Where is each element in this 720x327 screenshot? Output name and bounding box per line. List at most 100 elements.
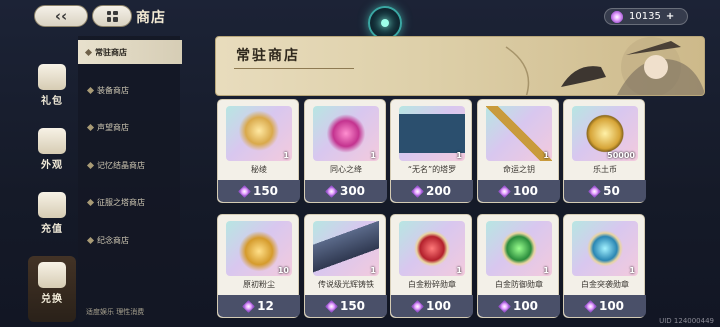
- item-image: 1: [226, 106, 292, 161]
- shop-sub-nav: 常驻商店 装备商店 声望商店 记忆结晶商店 征服之塔商店 纪念商店: [78, 36, 182, 327]
- item-price: 50: [603, 184, 620, 198]
- item-card[interactable]: 1 “无名”的塔罗 200: [390, 99, 473, 203]
- compass-orb-icon[interactable]: [368, 6, 402, 40]
- play-moderately-notice: 适度娱乐 理性消费: [86, 308, 145, 316]
- back-button[interactable]: ‹‹: [34, 5, 88, 27]
- sub-tab-memory-crystal-shop[interactable]: 记忆结晶商店: [80, 153, 178, 177]
- add-currency-icon[interactable]: +: [666, 11, 674, 22]
- item-name: “无名”的塔罗: [407, 165, 457, 174]
- price-button[interactable]: 100: [478, 180, 560, 202]
- diamond-bullet-icon: [86, 161, 95, 169]
- price-button[interactable]: 300: [305, 180, 387, 202]
- gem-icon: [411, 299, 424, 313]
- sub-tab-label: 声望商店: [97, 122, 129, 132]
- banner-divider: [234, 68, 354, 69]
- diamond-bullet-icon: [86, 198, 95, 206]
- price-button[interactable]: 150: [305, 295, 387, 317]
- sub-tab-reputation-shop[interactable]: 声望商店: [80, 115, 178, 139]
- page-title: 商店: [136, 10, 166, 26]
- item-price: 200: [425, 184, 452, 198]
- item-price: 150: [339, 299, 366, 313]
- sub-tab-label: 装备商店: [97, 85, 129, 95]
- diamond-bullet-icon: [84, 48, 93, 56]
- item-image: 10: [226, 221, 292, 276]
- currency-value: 10135: [629, 11, 661, 22]
- item-image: 1: [486, 106, 552, 161]
- nav-item-recharge[interactable]: 充值: [28, 192, 76, 235]
- sub-tab-label: 记忆结晶商店: [97, 160, 145, 170]
- price-button[interactable]: 100: [564, 295, 646, 317]
- price-button[interactable]: 50: [564, 180, 646, 202]
- item-price: 150: [252, 184, 279, 198]
- sub-tab-commemorative-shop[interactable]: 纪念商店: [80, 228, 178, 252]
- nav-label: 外观: [41, 160, 63, 171]
- item-name: 传说级光辉铸铁: [318, 280, 374, 289]
- item-card[interactable]: 10 原初粉尘 12: [217, 214, 300, 318]
- item-name: 同心之绛: [330, 165, 362, 174]
- sub-tab-regular-shop[interactable]: 常驻商店: [78, 40, 182, 64]
- item-image: 1: [572, 221, 638, 276]
- item-price: 100: [598, 299, 625, 313]
- main-nav: 礼包 外观 充值 兑换: [28, 32, 76, 327]
- gem-icon: [608, 8, 626, 25]
- sub-tab-tower-shop[interactable]: 征服之塔商店: [80, 190, 178, 214]
- price-button[interactable]: 100: [478, 295, 560, 317]
- price-button[interactable]: 12: [218, 295, 300, 317]
- item-card[interactable]: 1 白金粉碎勋章 100: [390, 214, 473, 318]
- item-quantity: 1: [629, 266, 635, 275]
- gem-icon: [498, 299, 511, 313]
- item-card[interactable]: 1 传说级光辉铸铁 150: [304, 214, 387, 318]
- banner-title: 常驻商店: [236, 48, 300, 64]
- item-card[interactable]: 1 白金防御勋章 100: [477, 214, 560, 318]
- item-image: 1: [313, 221, 379, 276]
- item-quantity: 1: [283, 151, 289, 160]
- home-grid-icon: [106, 10, 118, 22]
- item-card[interactable]: 50000 乐土币 50: [563, 99, 646, 203]
- item-price: 12: [257, 299, 274, 313]
- item-quantity: 1: [370, 151, 376, 160]
- item-image: 1: [399, 221, 465, 276]
- nav-item-gift[interactable]: 礼包: [28, 64, 76, 107]
- sub-tab-equipment-shop[interactable]: 装备商店: [80, 78, 178, 102]
- item-quantity: 1: [370, 266, 376, 275]
- item-name: 白金突袭勋章: [581, 280, 629, 289]
- item-name: 白金防御勋章: [495, 280, 543, 289]
- item-quantity: 1: [543, 151, 549, 160]
- item-quantity: 1: [456, 151, 462, 160]
- item-card[interactable]: 1 命运之钥 100: [477, 99, 560, 203]
- nav-label: 兑换: [41, 294, 63, 305]
- item-card[interactable]: 1 秘绫 150: [217, 99, 300, 203]
- user-id: UID 124000449: [659, 317, 714, 325]
- gem-icon: [498, 184, 511, 198]
- currency-display[interactable]: 10135 +: [604, 8, 688, 25]
- item-quantity: 50000: [607, 151, 635, 160]
- gem-icon: [588, 184, 602, 198]
- item-name: 秘绫: [251, 165, 267, 174]
- item-name: 白金粉碎勋章: [408, 280, 456, 289]
- item-image: 1: [313, 106, 379, 161]
- item-quantity: 10: [277, 266, 289, 275]
- price-button[interactable]: 100: [391, 295, 473, 317]
- gem-icon: [411, 184, 424, 198]
- item-image: 1: [486, 221, 552, 276]
- sub-tab-label: 常驻商店: [95, 47, 127, 57]
- gem-icon: [238, 184, 251, 198]
- money-bag-icon: [38, 262, 66, 288]
- banner-character-illustration: [505, 37, 704, 95]
- diamond-bullet-icon: [86, 86, 95, 94]
- item-name: 原初粉尘: [243, 280, 275, 289]
- item-name: 乐土币: [593, 165, 617, 174]
- gem-icon: [325, 299, 338, 313]
- star-icon: [38, 192, 66, 218]
- clothing-icon: [38, 128, 66, 154]
- nav-item-exchange[interactable]: 兑换: [28, 256, 76, 322]
- home-button[interactable]: [92, 5, 132, 27]
- price-button[interactable]: 150: [218, 180, 300, 202]
- item-card[interactable]: 1 白金突袭勋章 100: [563, 214, 646, 318]
- item-card[interactable]: 1 同心之绛 300: [304, 99, 387, 203]
- nav-item-appearance[interactable]: 外观: [28, 128, 76, 171]
- item-price: 100: [512, 184, 539, 198]
- item-price: 100: [512, 299, 539, 313]
- price-button[interactable]: 200: [391, 180, 473, 202]
- item-price: 100: [425, 299, 452, 313]
